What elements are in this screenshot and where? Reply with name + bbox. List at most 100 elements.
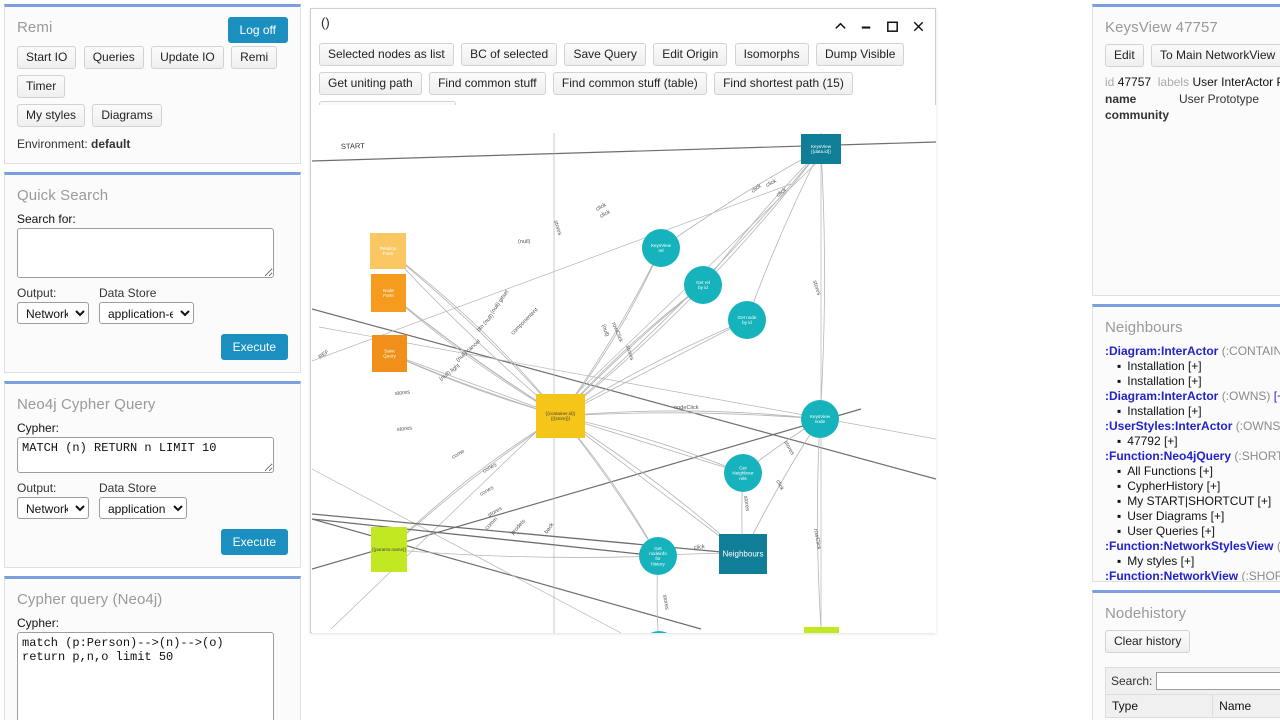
- quick-search-execute-row: Execute: [17, 334, 288, 360]
- collapse-chevron-icon[interactable]: [832, 19, 849, 36]
- nav-button-my-styles[interactable]: My styles: [17, 104, 86, 127]
- neighbour-group-label[interactable]: :Diagram:InterActor (:CONTAINS) [+ 1]: [1105, 344, 1280, 359]
- close-icon[interactable]: [910, 19, 927, 36]
- keysview-title: KeysView 47757: [1105, 19, 1218, 36]
- neighbour-item[interactable]: My START|SHORTCUT [+]: [1117, 494, 1280, 509]
- graph-edge-label: stores: [395, 389, 411, 397]
- action-selected-nodes-as-list[interactable]: Selected nodes as list: [319, 43, 454, 66]
- minimize-icon[interactable]: [858, 19, 875, 36]
- neighbour-item[interactable]: CypherHistory [+]: [1117, 479, 1280, 494]
- graph-edge-label: stores: [661, 594, 670, 610]
- keysview-edit-button[interactable]: Edit: [1105, 44, 1144, 67]
- graph-edge-label: (null): [518, 239, 531, 245]
- quick-search-datastore-select[interactable]: application-es: [99, 302, 194, 324]
- action-find-common-stuff[interactable]: Find common stuff: [429, 72, 546, 95]
- neighbour-item[interactable]: Installation [+]: [1117, 359, 1280, 374]
- neighbour-group-label[interactable]: :Function:Neo4jQuery (:SHORTCUT): [1105, 449, 1280, 464]
- environment-value: default: [91, 137, 131, 151]
- graph-edge-label: btn (null): [476, 313, 495, 333]
- graph-node[interactable]: {{params.name}}: [371, 527, 407, 572]
- graph-node[interactable]: NodeForm: [371, 274, 406, 312]
- graph-node[interactable]: SaveQuery: [372, 335, 407, 372]
- node-shape[interactable]: [641, 631, 677, 633]
- maximize-icon[interactable]: [884, 19, 901, 36]
- graph-node[interactable]: Getnodeinfoforhistory: [639, 537, 677, 575]
- keysview-id-value: 47757: [1117, 75, 1152, 89]
- graph-window-titlebar[interactable]: (): [311, 9, 935, 43]
- nav-button-update-io[interactable]: Update IO: [151, 46, 224, 69]
- cypher-query-2-input[interactable]: [17, 632, 274, 720]
- graph-node[interactable]: Get nodeby id: [728, 301, 766, 339]
- nav-button-remi[interactable]: Remi: [231, 46, 278, 69]
- neighbour-group-label[interactable]: :Diagram:InterActor (:OWNS) [+ 1]: [1105, 389, 1280, 404]
- neighbour-item[interactable]: User Diagrams [+]: [1117, 509, 1280, 524]
- node-label: history: [651, 561, 665, 566]
- graph-svg[interactable]: STARTclickclickclickstores(null)click cli…: [312, 105, 936, 633]
- graph-edge-label: cones: [479, 485, 495, 498]
- nav-button-timer[interactable]: Timer: [17, 75, 66, 98]
- graph-edge: [560, 415, 744, 555]
- neighbour-item[interactable]: Installation [+]: [1117, 374, 1280, 389]
- graph-edge-label: stores: [624, 345, 634, 362]
- graph-edge: [387, 250, 561, 417]
- action-find-common-stuff-table[interactable]: Find common stuff (table): [552, 72, 707, 95]
- graph-node[interactable]: GetNeighbourrels: [724, 454, 762, 492]
- action-find-shortest-path[interactable]: Find shortest path (15): [714, 72, 853, 95]
- cypher-query-1-execute-button[interactable]: Execute: [220, 529, 288, 555]
- graph-node[interactable]: RelationForm: [370, 233, 406, 269]
- graph-node[interactable]: KeysView{{data.id}}: [801, 134, 841, 164]
- node-label: Form: [383, 251, 394, 256]
- action-edit-origin[interactable]: Edit Origin: [653, 43, 728, 66]
- quick-search-execute-button[interactable]: Execute: [220, 334, 288, 360]
- neighbour-item[interactable]: All Functions [+]: [1117, 464, 1280, 479]
- action-get-uniting-path[interactable]: Get uniting path: [319, 72, 422, 95]
- graph-node[interactable]: [804, 627, 839, 633]
- environment-label: Environment:: [17, 137, 88, 151]
- cypher-query-1-datastore-select[interactable]: application: [99, 497, 187, 519]
- action-save-query[interactable]: Save Query: [564, 43, 646, 66]
- neighbour-group-label[interactable]: :Function:NetworkView (:SHORTCUT): [1105, 569, 1280, 581]
- nodehistory-col-name[interactable]: Name: [1212, 694, 1280, 718]
- graph-node[interactable]: {{container.id}}({{store}}): [536, 394, 585, 438]
- neighbour-item[interactable]: User Queries [+]: [1117, 524, 1280, 539]
- keysview-properties: name User Prototype community: [1105, 91, 1280, 123]
- node-shape[interactable]: [804, 627, 839, 633]
- neighbour-item[interactable]: My styles [+]: [1117, 554, 1280, 569]
- graph-node[interactable]: KeysViewrel: [642, 229, 680, 267]
- keysview-labels-value: User InterActor Prototype: [1192, 75, 1280, 89]
- nodehistory-col-type[interactable]: Type: [1104, 694, 1214, 718]
- nodehistory-search-input[interactable]: [1156, 672, 1280, 690]
- property-value: User Prototype: [1179, 92, 1260, 106]
- nav-button-queries[interactable]: Queries: [83, 46, 144, 69]
- graph-node[interactable]: [641, 631, 677, 633]
- neighbour-group-label[interactable]: :UserStyles:InterActor (:OWNS) [+ 1]: [1105, 419, 1280, 434]
- nav-button-start-io[interactable]: Start IO: [17, 46, 77, 69]
- quick-search-output-select[interactable]: Network: [17, 302, 89, 324]
- neighbour-item[interactable]: 47792 [+]: [1117, 434, 1280, 449]
- logoff-button[interactable]: Log off: [227, 17, 288, 43]
- node-label: {{params.name}}: [372, 547, 407, 552]
- neighbour-group-label[interactable]: :Function:NetworkStylesView (:SHORTCUT): [1105, 539, 1280, 554]
- neighbour-item[interactable]: Installation [+]: [1117, 404, 1280, 419]
- cypher-query-1-output-label: Output:: [17, 481, 57, 495]
- nav-button-diagrams[interactable]: Diagrams: [92, 104, 162, 127]
- action-bc-of-selected[interactable]: BC of selected: [461, 43, 558, 66]
- action-isomorphs[interactable]: Isomorphs: [734, 43, 809, 66]
- graph-edge: [318, 326, 936, 440]
- quick-search-output-label: Output:: [17, 286, 57, 300]
- graph-edge: [387, 250, 561, 417]
- graph-edge: [312, 141, 936, 162]
- quick-search-input[interactable]: [17, 228, 274, 278]
- graph-node[interactable]: KeysViewnode: [801, 400, 839, 438]
- action-dump-visible[interactable]: Dump Visible: [815, 43, 905, 66]
- keysview-to-main-networkview-button[interactable]: To Main NetworkView: [1151, 44, 1280, 67]
- clear-history-button[interactable]: Clear history: [1105, 630, 1191, 653]
- graph-canvas[interactable]: START click click click stores (null) click cli…: [312, 105, 936, 633]
- cypher-query-1-execute-row: Execute: [17, 529, 288, 555]
- cypher-query-1-input[interactable]: [17, 437, 274, 473]
- graph-node[interactable]: Neighbours: [719, 534, 767, 574]
- neighbours-list: :Diagram:InterActor (:CONTAINS) [+ 1]Ins…: [1105, 344, 1280, 581]
- graph-edge: [388, 549, 659, 559]
- cypher-query-1-output-select[interactable]: Network: [17, 497, 89, 519]
- graph-node[interactable]: Get relby id: [684, 266, 722, 304]
